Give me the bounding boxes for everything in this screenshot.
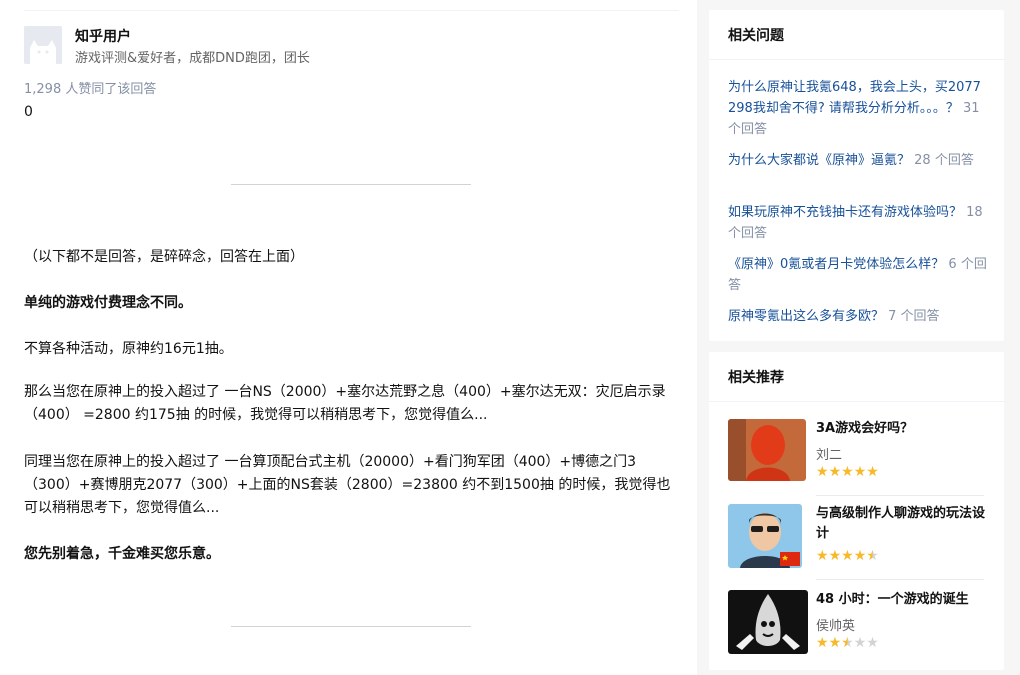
star-icon: ★ [853,548,867,564]
related-questions-title: 相关问题 [728,28,784,44]
star-icon: ★ [866,635,879,651]
recommendation-item[interactable]: 与高级制作人聊游戏的玩法设计 ★★★★★ [728,504,986,572]
recommendation-item[interactable]: 3A游戏会好吗？ 刘二 ★★★★★ [728,419,984,487]
star-rating: ★★★★★ [816,548,879,564]
answer-paragraph-bold: 单纯的游戏付费理念不同。 [24,295,192,311]
star-icon: ★ [828,635,842,651]
star-icon: ★ [828,548,842,564]
star-icon: ★ [816,635,829,651]
related-question-item[interactable]: 如果玩原神不充钱抽卡还有游戏体验吗？ 18 个回答 [728,202,990,244]
answer-paragraph: 不算各种活动，原神约16元1抽。 [24,341,233,357]
answer-text-zero: 0 [24,104,33,120]
answer-paragraph: 那么当您在原神上的投入超过了 一台NS（2000）+塞尔达荒野之息（400）+塞… [24,384,666,423]
related-question-item[interactable]: 原神零氪出这么多有多欧？ 7 个回答 [728,306,990,327]
star-icon: ★ [816,548,829,564]
author-avatar[interactable] [24,26,62,64]
star-icon: ★ [841,635,854,651]
answer-paragraph-bold: 您先别着急，千金难买您乐意。 [24,546,220,562]
recommendations-card: 相关推荐 3A游戏会好吗？ 刘二 ★★★★★ 与高级制作人聊游戏的玩法设计 ★★… [709,352,1004,670]
answer-card: 知乎用户 游戏评测&爱好者，成都DND跑团，团长 1,298 人赞同了该回答 0… [0,0,697,675]
item-divider [816,579,984,580]
answer-count: 28 个回答 [914,153,974,168]
recommendation-item[interactable]: 48 小时：一个游戏的诞生 侯帅英 ★★★★★ [728,590,984,658]
card-divider [709,401,1004,402]
star-icon: ★ [828,464,842,480]
star-icon: ★ [841,464,854,480]
star-rating: ★★★★★ [816,635,879,651]
top-divider [24,10,679,11]
related-questions-card: 相关问题 为什么原神让我氪648，我会上头，买2077 298我却舍不得? 请帮… [709,10,1004,341]
related-question-text[interactable]: 原神零氪出这么多有多欧？ [728,309,884,324]
recommendation-title[interactable]: 48 小时：一个游戏的诞生 [816,590,986,610]
star-icon: ★ [853,464,867,480]
star-icon: ★ [866,464,879,480]
answer-count: 7 个回答 [888,309,940,324]
recommendation-title[interactable]: 3A游戏会好吗？ [816,419,986,439]
star-icon: ★ [816,464,829,480]
author-name[interactable]: 知乎用户 [75,26,131,46]
recommendation-author: 侯帅英 [816,619,856,634]
star-rating: ★★★★★ [816,464,879,480]
book-cover-image[interactable] [728,590,808,654]
answer-paragraph: 同理当您在原神上的投入超过了 一台算顶配台式主机（20000）+看门狗军团（40… [24,454,671,516]
related-question-item[interactable]: 为什么原神让我氪648，我会上头，买2077 298我却舍不得? 请帮我分析分析… [728,77,990,140]
recommendation-title[interactable]: 与高级制作人聊游戏的玩法设计 [816,504,986,544]
related-question-text[interactable]: 为什么大家都说《原神》逼氪？ [728,153,910,168]
recommendations-title: 相关推荐 [728,370,784,386]
content-divider [231,626,471,627]
vote-count: 1,298 人赞同了该回答 [24,82,157,97]
cover-cartoon-icon [728,590,808,654]
star-icon: ★ [853,635,867,651]
book-cover-image[interactable] [728,504,802,568]
item-divider [816,495,984,496]
card-divider [709,59,1004,60]
author-bio: 游戏评测&爱好者，成都DND跑团，团长 [75,51,310,66]
related-question-text[interactable]: 为什么原神让我氪648，我会上头，买2077 298我却舍不得? 请帮我分析分析… [728,80,981,116]
answer-paragraph: （以下都不是回答，是碎碎念，回答在上面） [24,249,304,265]
related-question-text[interactable]: 如果玩原神不充钱抽卡还有游戏体验吗？ [728,205,962,220]
star-icon: ★ [866,548,879,564]
related-question-item[interactable]: 为什么大家都说《原神》逼氪？ 28 个回答 [728,150,990,171]
star-icon: ★ [841,548,854,564]
related-question-item[interactable]: 《原神》0氪或者月卡党体验怎么样？ 6 个回答 [728,254,990,296]
content-divider [231,184,471,185]
cover-portrait-icon [728,504,802,568]
related-question-text[interactable]: 《原神》0氪或者月卡党体验怎么样？ [728,257,944,272]
cover-red-head-icon [728,419,806,481]
default-avatar-icon [24,26,62,64]
book-cover-image[interactable] [728,419,806,481]
recommendation-author: 刘二 [816,448,843,463]
